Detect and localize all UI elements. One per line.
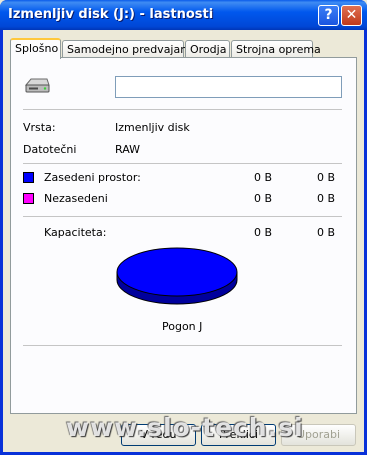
general-tab-panel: Vrsta: Izmenljiv disk Datotečni RAW Zase… [10,57,357,414]
free-space-swatch [23,193,34,204]
window-title: Izmenljiv disk (J:) - lastnosti [8,7,214,22]
volume-label-input[interactable] [115,76,342,98]
used-space-size: 0 B [317,171,336,184]
help-button[interactable]: ? [318,5,339,26]
title-bar[interactable]: Izmenljiv disk (J:) - lastnosti ? ✕ [0,0,367,30]
tab-autoplay[interactable]: Samodejno predvajanje [62,40,197,58]
close-button[interactable]: ✕ [341,5,362,26]
used-space-swatch [23,172,34,183]
tab-hardware[interactable]: Strojna oprema [231,40,321,58]
filesystem-value: RAW [115,143,140,156]
separator [23,216,342,217]
drive-caption: Pogon J [162,320,203,333]
free-space-bytes: 0 B [254,192,273,205]
watermark-text: www.slo-tech.si [66,413,304,442]
type-value: Izmenljiv disk [115,121,190,134]
filesystem-label: Datotečni [23,143,77,156]
separator [23,163,342,164]
free-space-size: 0 B [317,192,336,205]
capacity-label: Kapaciteta: [44,226,107,239]
separator [23,109,342,110]
disk-usage-pie [116,247,238,305]
separator [23,345,342,346]
used-space-bytes: 0 B [254,171,273,184]
used-space-label: Zasedeni prostor: [44,171,141,184]
free-space-label: Nezasedeni [44,192,108,205]
capacity-size: 0 B [317,226,336,239]
capacity-bytes: 0 B [254,226,273,239]
removable-drive-icon [24,78,50,93]
tab-general[interactable]: Splošno [10,38,61,59]
type-label: Vrsta: [23,121,56,134]
tab-tools[interactable]: Orodja [185,40,230,58]
